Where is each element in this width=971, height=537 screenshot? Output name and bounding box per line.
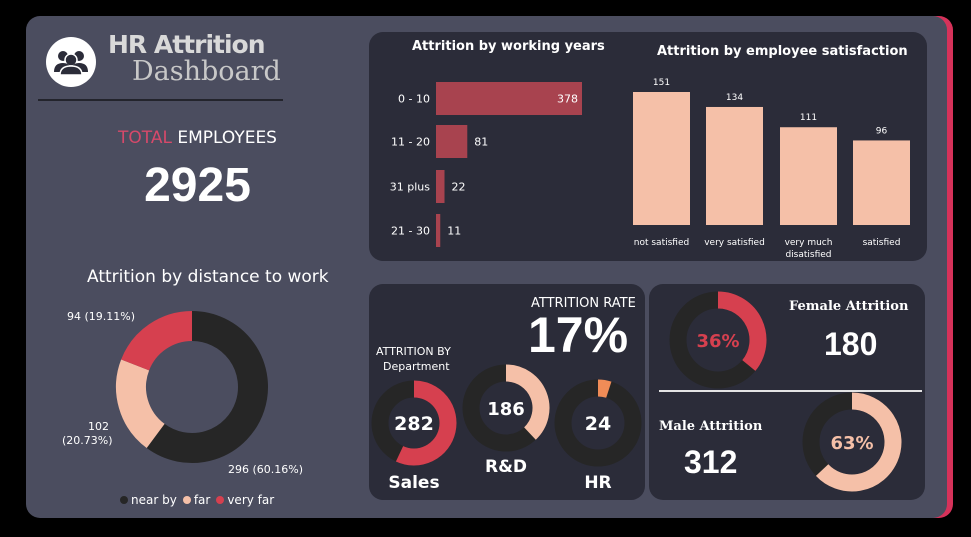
- title-divider: [38, 99, 283, 101]
- female-attrition-percent: 36%: [696, 331, 739, 352]
- department-donut-value: 186: [487, 399, 525, 420]
- department-donuts: 282 Sales 186 R&D 24 HR: [371, 364, 642, 493]
- satisfaction-bar: [780, 127, 837, 225]
- working-years-tick-label: 21 - 30: [391, 225, 430, 238]
- working-years-value-label: 378: [557, 93, 578, 106]
- total-employees-label: TOTAL EMPLOYEES: [118, 128, 277, 148]
- dashboard-title-line1: HR Attrition: [108, 30, 266, 59]
- working-years-chart: 0 - 10 378 11 - 20 81 31 plus 22 21 - 30 11: [390, 82, 582, 247]
- total-employees-value: 2925: [144, 159, 251, 212]
- satisfaction-tick-label: very satisfied: [704, 238, 765, 248]
- satisfaction-value-label: 111: [800, 113, 817, 123]
- satisfaction-bar: [633, 92, 690, 225]
- department-donut-value: 282: [394, 413, 434, 435]
- people-group-icon: [46, 37, 96, 87]
- satisfaction-tick-label: satisfied: [863, 238, 901, 248]
- department-donut-label: Sales: [388, 473, 439, 493]
- legend-item-far: far: [182, 493, 210, 507]
- satisfaction-tick-label: very much: [785, 238, 833, 248]
- working-years-tick-label: 31 plus: [390, 181, 431, 194]
- working-years-bar: [436, 170, 445, 203]
- distance-chart-title: Attrition by distance to work: [87, 267, 329, 287]
- distance-legend: near by far very far: [120, 493, 274, 507]
- distance-slice-very-far: [121, 311, 193, 371]
- distance-label-far-count: 102: [88, 420, 109, 433]
- legend-item-near-by: near by: [120, 493, 177, 507]
- distance-label-very-far: 94 (19.11%): [67, 310, 135, 323]
- department-donut-value: 24: [585, 413, 611, 435]
- satisfaction-bar: [853, 140, 910, 225]
- distance-donut-chart: 94 (19.11%) 102 (20.73%) 296 (60.16%): [62, 310, 303, 476]
- male-attrition-percent: 63%: [830, 433, 873, 454]
- satisfaction-value-label: 96: [876, 126, 888, 136]
- satisfaction-chart: 151 not satisfied 134 very satisfied 111 very…: [633, 78, 910, 260]
- satisfaction-tick-label: disatisfied: [785, 250, 831, 260]
- satisfaction-tick-label: not satisfied: [634, 238, 689, 248]
- working-years-value-label: 11: [447, 225, 461, 238]
- satisfaction-value-label: 151: [653, 78, 670, 88]
- working-years-value-label: 81: [474, 136, 488, 149]
- working-years-tick-label: 0 - 10: [398, 93, 430, 106]
- distance-label-near-by: 296 (60.16%): [228, 463, 303, 476]
- department-donut-label: HR: [584, 473, 611, 493]
- distance-label-far-percent: (20.73%): [62, 434, 113, 447]
- working-years-bar: [436, 125, 468, 158]
- department-hr-arc: [597, 379, 612, 398]
- department-donut-label: R&D: [485, 457, 527, 477]
- satisfaction-bar: [706, 106, 763, 225]
- legend-item-very-far: very far: [216, 493, 274, 507]
- working-years-value-label: 22: [451, 181, 465, 194]
- gender-donuts: 36% 63%: [669, 291, 902, 492]
- distance-slice-far: [116, 359, 166, 449]
- satisfaction-value-label: 134: [726, 93, 743, 103]
- dashboard-title-line2: Dashboard: [132, 56, 281, 87]
- working-years-bar: [436, 214, 441, 247]
- working-years-title: Attrition by working years: [412, 39, 605, 54]
- satisfaction-title: Attrition by employee satisfaction: [657, 44, 908, 59]
- working-years-tick-label: 11 - 20: [391, 136, 430, 149]
